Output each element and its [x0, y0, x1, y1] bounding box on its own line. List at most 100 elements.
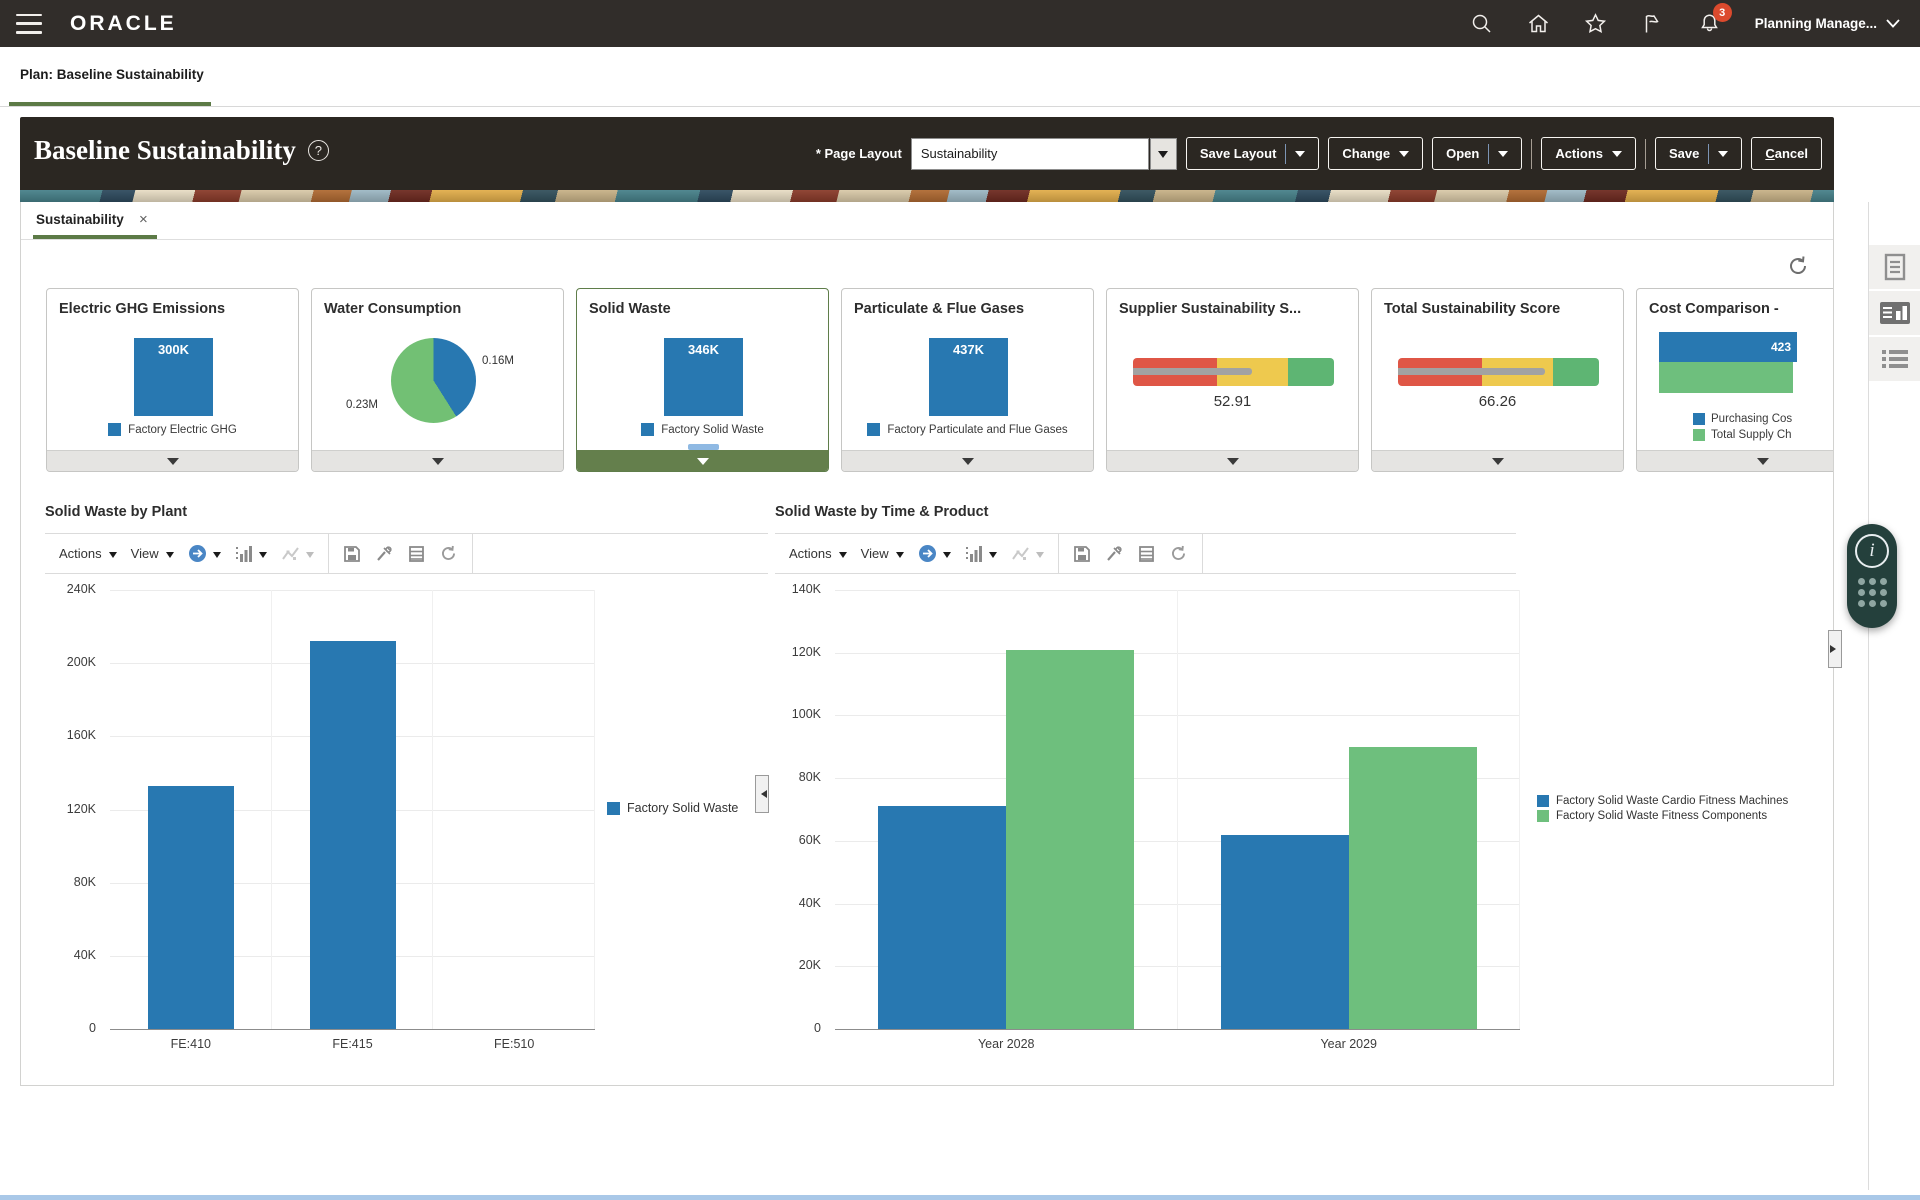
tab-sustainability[interactable]: Sustainability	[36, 212, 124, 227]
page-layout-select[interactable]: Sustainability	[911, 138, 1149, 170]
close-icon[interactable]: ×	[139, 211, 148, 228]
kpi-card-total-sustainability-score[interactable]: Total Sustainability Score 66.26	[1371, 288, 1624, 472]
card-expander[interactable]	[1107, 450, 1358, 471]
vgrid	[1519, 590, 1520, 1029]
card-expander[interactable]	[842, 450, 1093, 471]
oracle-logo[interactable]: ORACLE	[70, 12, 177, 36]
gauge-seg	[1288, 358, 1334, 386]
bar[interactable]	[1006, 650, 1134, 1029]
divider	[21, 239, 1833, 240]
drill-circle-arrow-icon[interactable]	[918, 544, 951, 563]
card-expander[interactable]	[1637, 450, 1833, 471]
legend-swatch	[1537, 795, 1549, 807]
gridline	[835, 653, 1520, 654]
home-icon[interactable]	[1527, 12, 1550, 35]
divider	[1058, 534, 1059, 574]
divider	[328, 534, 329, 574]
kpi-card-supplier-sustainability-score[interactable]: Supplier Sustainability S... 52.91	[1106, 288, 1359, 472]
notifications-bell-icon[interactable]: 3	[1698, 12, 1721, 35]
change-button[interactable]: Change	[1328, 137, 1423, 170]
bar-chart-solid-waste-by-plant: 240K200K160K120K80K40K0FE:410FE:415FE:51…	[110, 590, 595, 1029]
card-expander[interactable]	[312, 450, 563, 471]
view-menu[interactable]: View	[861, 546, 904, 562]
ytick: 20K	[755, 958, 821, 972]
ytick: 60K	[755, 833, 821, 847]
legend-swatch	[1537, 810, 1549, 822]
xtick: FE:410	[111, 1037, 271, 1051]
kpi-card-cost-comparison[interactable]: Cost Comparison - 423 Purchasing Cos Tot…	[1636, 288, 1833, 472]
chart-type-icon[interactable]	[235, 545, 267, 563]
mini-bar-chart: 346K	[664, 338, 743, 416]
chevron-down-icon	[1886, 19, 1900, 28]
ytick: 80K	[755, 770, 821, 784]
chart-toolbar: Actions View	[45, 533, 768, 574]
plan-tab[interactable]: Plan: Baseline Sustainability	[20, 67, 204, 82]
card-title: Particulate & Flue Gases	[854, 301, 1089, 317]
panel-collapse-handle[interactable]	[1828, 630, 1842, 668]
divider	[1202, 534, 1203, 574]
bottom-scrollbar[interactable]	[0, 1195, 1920, 1200]
card-title: Electric GHG Emissions	[59, 301, 294, 317]
actions-menu[interactable]: Actions	[59, 546, 117, 562]
user-menu[interactable]: Planning Manage...	[1755, 16, 1900, 31]
hamburger-menu-icon[interactable]	[16, 14, 42, 34]
kpi-card-electric-ghg-emissions[interactable]: Electric GHG Emissions 300K Factory Elec…	[46, 288, 299, 472]
rail-dashboard-panel-button[interactable]	[1869, 291, 1920, 335]
ytick: 40K	[30, 948, 96, 962]
watchlist-flag-icon[interactable]	[1641, 12, 1664, 35]
ytick: 0	[755, 1021, 821, 1035]
card-expander[interactable]	[577, 450, 828, 471]
view-menu[interactable]: View	[131, 546, 174, 562]
kpi-card-particulate-flue-gases[interactable]: Particulate & Flue Gases 437K Factory Pa…	[841, 288, 1094, 472]
bar[interactable]	[1349, 747, 1477, 1029]
vgrid	[432, 590, 433, 1029]
kpi-card-solid-waste[interactable]: Solid Waste 346K Factory Solid Waste	[576, 288, 829, 472]
page-layout-dropdown-icon[interactable]	[1150, 138, 1177, 170]
bar[interactable]	[310, 641, 396, 1029]
bar[interactable]	[1221, 835, 1349, 1029]
save-layout-button[interactable]: Save Layout	[1186, 137, 1320, 170]
open-button[interactable]: Open	[1432, 137, 1522, 170]
chart-legend: Factory Solid Waste Cardio Fitness Machi…	[1537, 795, 1788, 822]
chart-type-icon[interactable]	[965, 545, 997, 563]
save-button[interactable]: Save	[1655, 137, 1742, 170]
card-expander[interactable]	[47, 450, 298, 471]
refresh-icon[interactable]	[439, 544, 458, 563]
info-icon[interactable]: i	[1855, 534, 1889, 568]
bar-chart-solid-waste-by-time-product: 140K120K100K80K60K40K20K0Year 2028Year 2…	[835, 590, 1520, 1029]
cancel-button[interactable]: Cancel	[1751, 137, 1822, 170]
gridline	[110, 590, 595, 591]
kpi-card-water-consumption[interactable]: Water Consumption 0.16M 0.23M	[311, 288, 564, 472]
search-icon[interactable]	[1470, 12, 1493, 35]
save-icon[interactable]	[1073, 545, 1091, 563]
table-view-icon[interactable]	[1138, 545, 1155, 563]
notification-badge: 3	[1713, 3, 1732, 22]
card-legend: Factory Particulate and Flue Gases	[842, 423, 1093, 436]
table-view-icon[interactable]	[408, 545, 425, 563]
actions-button[interactable]: Actions	[1541, 137, 1636, 170]
refresh-icon[interactable]	[1169, 544, 1188, 563]
actions-menu[interactable]: Actions	[789, 546, 847, 562]
gauge-ind	[1398, 368, 1545, 375]
rail-document-page-button[interactable]	[1869, 245, 1920, 289]
legend-swatch	[607, 802, 620, 815]
mini-hbar-blue: 423	[1659, 332, 1797, 362]
format-tools-icon[interactable]	[1105, 545, 1124, 563]
bar-value-label: 300K	[134, 338, 213, 357]
help-icon[interactable]: ?	[308, 140, 329, 161]
ytick: 120K	[755, 645, 821, 659]
refresh-icon[interactable]	[1786, 254, 1810, 278]
waffle-dots-icon[interactable]	[1858, 578, 1887, 607]
divider	[1531, 139, 1532, 169]
bar[interactable]	[148, 786, 234, 1029]
ytick: 100K	[755, 707, 821, 721]
drill-circle-arrow-icon[interactable]	[188, 544, 221, 563]
card-legend: Factory Solid Waste	[577, 423, 828, 436]
format-tools-icon[interactable]	[375, 545, 394, 563]
save-icon[interactable]	[343, 545, 361, 563]
ytick: 240K	[30, 582, 96, 596]
bar[interactable]	[878, 806, 1006, 1029]
card-expander[interactable]	[1372, 450, 1623, 471]
rail-list-view-button[interactable]	[1869, 337, 1920, 381]
favorites-star-icon[interactable]	[1584, 12, 1607, 35]
